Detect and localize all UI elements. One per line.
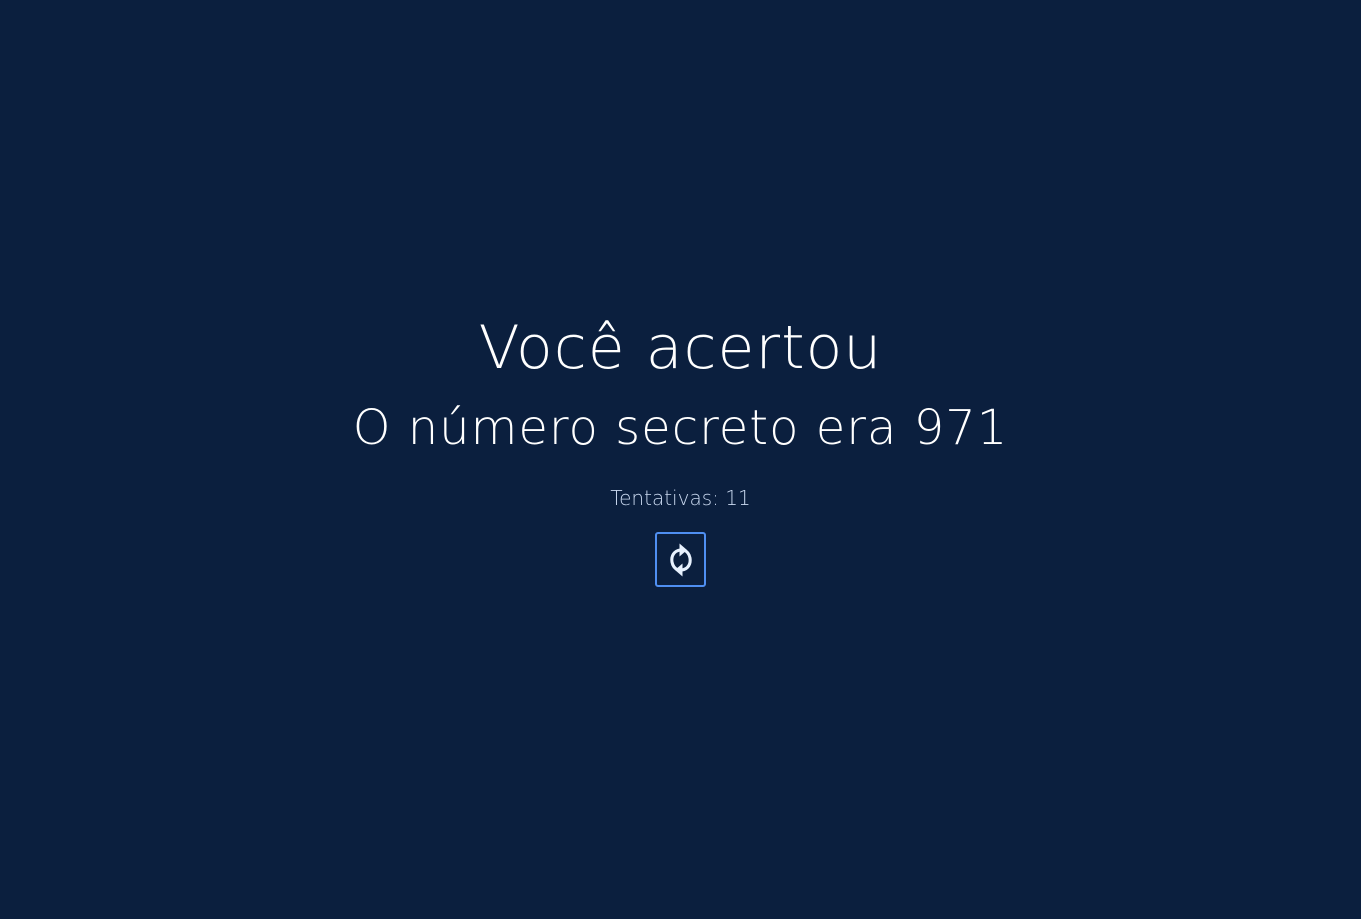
restart-game-button[interactable] <box>655 532 706 587</box>
game-screen: Você acertou O número secreto era 971 Te… <box>0 0 1361 919</box>
secret-number-message: O número secreto era 971 <box>352 400 1009 456</box>
attempts-value: 11 <box>725 486 751 510</box>
result-panel: Você acertou O número secreto era 971 Te… <box>0 308 1361 587</box>
refresh-icon <box>669 543 692 576</box>
success-title: Você acertou <box>478 313 883 383</box>
attempts-counter: Tentativas: 11 <box>0 486 1361 510</box>
attempts-label: Tentativas: <box>610 486 719 510</box>
